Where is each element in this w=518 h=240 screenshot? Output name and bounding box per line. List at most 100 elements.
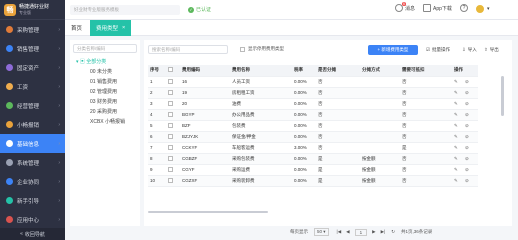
table-row[interactable]: 1 16 人员工资 0.00% 否否 ✎ ⊘ [148,76,478,88]
vertical-scrollbar[interactable] [501,76,504,116]
table-cell [166,164,180,176]
row-checkbox[interactable] [168,133,173,139]
row-actions[interactable]: ✎ ⊘ [452,98,478,110]
table-row[interactable]: 9 CGYF 采购运费 0.00% 是按金额否 ✎ ⊘ [148,164,478,176]
sidebar-item-5[interactable]: 小畅报销 › [0,115,65,134]
sidebar-item-6[interactable]: 基础信息 › [0,134,65,153]
row-actions[interactable]: ✎ ⊘ [452,87,478,99]
row-checkbox[interactable] [168,144,173,150]
tree-search-input[interactable]: 分类名称/编码 [73,44,137,53]
app-download-button[interactable]: App下载 [423,4,452,12]
row-checkbox[interactable] [168,78,173,84]
row-checkbox[interactable] [168,177,173,183]
message-button[interactable]: 6 消息 [395,2,415,12]
tree-item[interactable]: 01 销售费用 [70,77,140,87]
row-actions[interactable]: ✎ ⊘ [452,142,478,154]
sidebar-item-2[interactable]: 固定资产 › [0,58,65,77]
row-checkbox[interactable] [168,111,173,117]
table-row[interactable]: 5 BZF 包装费 0.00% 否否 ✎ ⊘ [148,120,478,132]
table-row[interactable]: 10 CGZXF 采购装卸费 0.00% 是按金额否 ✎ ⊘ [148,175,478,187]
row-checkbox[interactable] [168,89,173,95]
checkbox[interactable] [240,46,245,52]
row-actions[interactable]: ✎ ⊘ [452,164,478,176]
table-cell: 否 [316,87,360,99]
table-cell: 油费 [230,98,292,110]
collapse-nav-button[interactable]: «收回导航 [0,228,65,240]
row-checkbox[interactable] [168,122,173,128]
table-row[interactable]: 3 20 油费 0.00% 否否 ✎ ⊘ [148,98,478,110]
first-page-button[interactable]: |◀ [337,229,342,235]
horizontal-scrollbar[interactable] [148,211,268,213]
tree-item[interactable]: 20 采购费用 [70,107,140,117]
table-cell: 是 [316,164,360,176]
show-disabled-toggle[interactable]: 显示停用费用类型 [240,46,284,52]
sidebar-item-10[interactable]: 应用中心 › [0,210,65,229]
row-actions[interactable]: ✎ ⊘ [452,120,478,132]
help-button[interactable]: ? [460,4,468,12]
row-actions[interactable]: ✎ ⊘ [452,131,478,143]
add-expense-type-button[interactable]: + 新增费用类型 [368,45,418,55]
next-page-button[interactable]: ▶ [372,229,375,235]
column-header: 费用名称 [230,65,292,77]
page-input[interactable]: 1 [354,228,368,236]
select-all-checkbox[interactable] [168,67,173,73]
table-cell [166,87,180,99]
sidebar-item-1[interactable]: 销售管理 › [0,39,65,58]
total-records: 共1页,36条记录 [401,229,433,234]
batch-button[interactable]: ☑ 批量操作 [426,45,450,55]
prev-page-button[interactable]: ◀ [346,229,349,235]
tree-item[interactable]: 00 未分类 [70,67,140,77]
row-actions[interactable]: ✎ ⊘ [452,109,478,121]
table-cell: 是 [316,175,360,187]
tree-root[interactable]: ▾ ▣ 全部分类 [70,57,140,67]
sidebar-item-7[interactable]: 系统管理 › [0,153,65,172]
row-checkbox[interactable] [168,155,173,161]
app-logo: 畅 畅捷通好业财 专业版 [0,0,65,20]
table-cell: 0.00% [292,98,316,110]
table-cell: 6 [148,131,166,143]
row-actions[interactable]: ✎ ⊘ [452,76,478,88]
tab-expense-type[interactable]: 费用类型 × [90,20,132,36]
table-cell: CGYF [180,164,230,176]
row-actions[interactable]: ✎ ⊘ [452,153,478,165]
tree-item[interactable]: 03 财务费用 [70,97,140,107]
check-icon: ✓ [188,6,194,13]
search-input[interactable]: 搜索名称/编码 [148,45,228,54]
table-cell [360,142,400,154]
sidebar-item-3[interactable]: 工资 › [0,77,65,96]
page-size-select[interactable]: 50 ▾ [314,228,329,236]
refresh-icon[interactable]: ↻ [391,229,395,235]
table-row[interactable]: 6 BZJYJK 保证金/押金 0.00% 否否 ✎ ⊘ [148,131,478,143]
menu-icon [6,140,13,147]
table-cell: 否 [316,109,360,121]
table-cell [360,109,400,121]
table-cell: 人员工资 [230,76,292,88]
row-actions[interactable]: ✎ ⊘ [452,175,478,187]
sidebar-item-0[interactable]: 采购管理 › [0,20,65,39]
table-row[interactable]: 2 19 房租租工资 0.00% 否否 ✎ ⊘ [148,87,478,99]
import-button[interactable]: ⇩ 导入 [462,45,477,55]
tree-item[interactable]: 02 管理费用 [70,87,140,97]
chevron-right-icon: › [58,83,60,90]
user-menu[interactable]: ▾ [475,4,490,14]
sidebar-item-9[interactable]: 新手引导 › [0,191,65,210]
tree-item[interactable]: XCBX 小畅报销 [70,117,140,127]
global-search-input[interactable]: 好业财专业版服务模板 [70,5,180,15]
row-checkbox[interactable] [168,100,173,106]
table-cell: 否 [400,175,452,187]
chevron-right-icon: › [58,159,60,166]
table-row[interactable]: 4 BGYP 办公用品费 0.00% 否否 ✎ ⊘ [148,109,478,121]
export-button[interactable]: ⇧ 导出 [484,45,499,55]
sidebar-item-8[interactable]: 企业协同 › [0,172,65,191]
sidebar-item-4[interactable]: 经营管理 › [0,96,65,115]
auth-status[interactable]: ✓ 已认证 [188,6,211,13]
table-row[interactable]: 8 CGBZF 采购包装费 0.00% 是按金额否 ✎ ⊘ [148,153,478,165]
last-page-button[interactable]: ▶| [381,229,386,235]
close-icon[interactable]: × [122,25,125,31]
per-page-label: 每页显示 [290,229,308,234]
table-cell: 1 [148,76,166,88]
row-checkbox[interactable] [168,166,173,172]
tab-home[interactable]: 首页 [65,20,88,36]
table-row[interactable]: 7 CCKYF 车船客运费 3.00% 否 是 ✎ ⊘ [148,142,478,154]
table-cell: 否 [316,76,360,88]
